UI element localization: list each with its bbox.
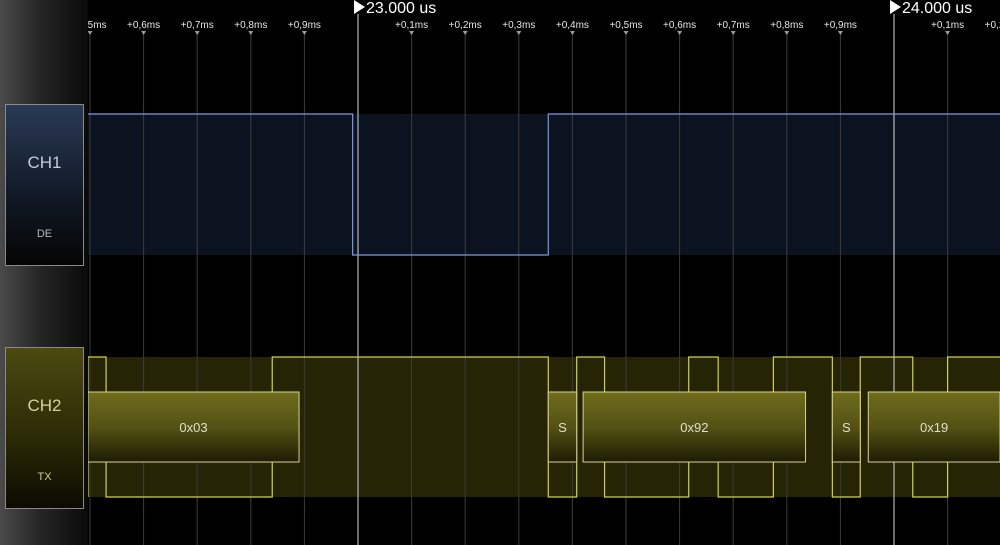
tick-label: +0,2ms [985,20,1000,31]
tick-label: +0,2ms [449,20,482,31]
tick-triangle-icon [301,31,307,35]
marker-triangle-icon [890,0,901,14]
tick-label: +0,9ms [288,20,321,31]
tick-triangle-icon [516,31,522,35]
decode-label: 0x92 [680,420,708,435]
tick-label: +0,8ms [234,20,267,31]
tick-triangle-icon [730,31,736,35]
decode-label: S [842,420,851,435]
tick-label: +0,3ms [502,20,535,31]
tick-label: +0,1ms [931,20,964,31]
time-marker-1-label: 23.000 us [366,0,437,17]
tick-triangle-icon [462,31,468,35]
tick-triangle-icon [784,31,790,35]
channel-2-label-box[interactable]: CH2 TX [5,347,84,509]
decode-label: S [558,420,567,435]
waveform-canvas[interactable]: +0,5ms +0,6ms +0,7ms +0,8ms +0,9ms +0,1ms +0,2… [0,0,1000,545]
time-marker-1[interactable]: 23.000 us [354,0,436,20]
tick-label: +0,8ms [770,20,803,31]
channel-2-name: CH2 [27,396,62,415]
channel-1-label-box[interactable]: CH1 DE [5,104,84,266]
tick-triangle-icon [677,31,683,35]
tick-triangle-icon [141,31,147,35]
decode-label: 0x03 [179,420,207,435]
tick-triangle-icon [248,31,254,35]
tick-label: +0,6ms [663,20,696,31]
time-marker-2-label: 24.000 us [902,0,973,17]
channel-1-name: CH1 [27,153,62,172]
tick-triangle-icon [569,31,575,35]
channel-1-signal-name: DE [36,228,53,240]
tick-triangle-icon [623,31,629,35]
tick-triangle-icon [409,31,415,35]
tick-triangle-icon [194,31,200,35]
channel-1-band [88,114,1000,255]
tick-triangle-icon [945,31,951,35]
tick-label: +0,7ms [717,20,750,31]
tick-label: +0,1ms [395,20,428,31]
tick-triangle-icon [837,31,843,35]
tick-label: +0,7ms [181,20,214,31]
tick-label: +0,9ms [824,20,857,31]
tick-label: +0,6ms [127,20,160,31]
decode-label: 0x19 [920,420,948,435]
channel-2-signal-name: TX [37,471,52,483]
tick-label: +0,4ms [556,20,589,31]
tick-label: +0,5ms [609,20,642,31]
marker-triangle-icon [354,0,365,14]
tick-triangle-icon [87,31,93,35]
time-marker-2[interactable]: 24.000 us [890,0,972,20]
